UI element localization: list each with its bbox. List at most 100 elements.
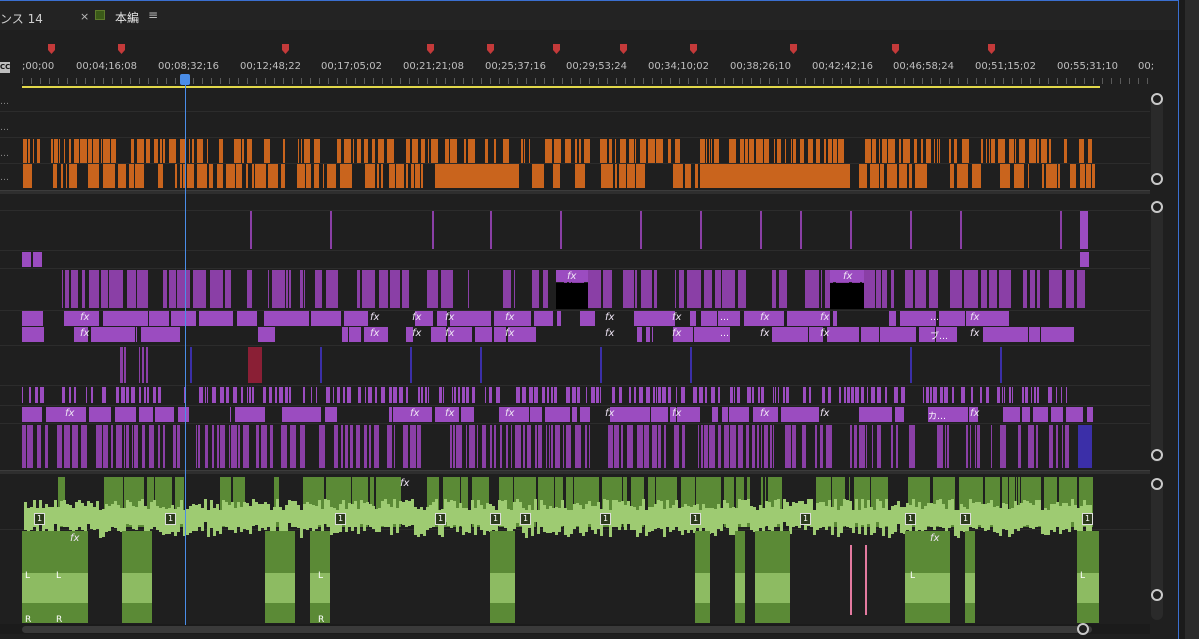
video-clip[interactable] — [1042, 164, 1044, 188]
video-clip[interactable] — [127, 270, 136, 308]
nested-sequence-clip[interactable] — [712, 407, 718, 422]
video-clip[interactable] — [1014, 164, 1024, 188]
video-clip[interactable] — [365, 387, 366, 403]
video-clip[interactable] — [603, 270, 612, 308]
nested-sequence-clip[interactable] — [149, 311, 169, 326]
nested-sequence-clip[interactable] — [91, 327, 135, 342]
video-clip[interactable] — [577, 387, 580, 403]
video-clip[interactable] — [233, 387, 237, 403]
video-clip[interactable] — [1066, 387, 1067, 403]
video-clip[interactable] — [59, 139, 60, 163]
video-clip[interactable] — [730, 425, 736, 468]
video-clip[interactable] — [196, 425, 197, 468]
video-clip[interactable] — [238, 425, 240, 468]
video-clip[interactable] — [1060, 211, 1062, 249]
video-clip[interactable] — [999, 270, 1011, 308]
video-clip[interactable] — [867, 387, 868, 403]
video-clip[interactable] — [824, 139, 826, 163]
video-clip[interactable] — [805, 270, 819, 308]
video-clip[interactable] — [27, 425, 33, 468]
video-clip[interactable] — [977, 425, 980, 468]
nested-sequence-clip[interactable] — [1041, 327, 1074, 342]
video-clip[interactable] — [828, 139, 832, 163]
video-clip[interactable] — [549, 425, 550, 468]
video-clip[interactable] — [116, 387, 119, 403]
video-clip[interactable] — [615, 164, 617, 188]
video-clip[interactable] — [529, 139, 530, 163]
video-clip[interactable] — [524, 139, 525, 163]
video-clip[interactable] — [529, 387, 533, 403]
video-clip[interactable] — [454, 387, 456, 403]
video-clip[interactable] — [591, 387, 595, 403]
video-clip[interactable] — [29, 387, 31, 403]
video-clip[interactable] — [872, 139, 876, 163]
video-clip[interactable] — [989, 270, 997, 308]
video-clip[interactable] — [1046, 164, 1057, 188]
video-clip[interactable] — [163, 139, 165, 163]
nested-sequence-clip[interactable] — [230, 407, 231, 422]
video-clip[interactable] — [777, 139, 781, 163]
video-clip[interactable] — [45, 425, 48, 468]
video-clip[interactable] — [381, 387, 385, 403]
video-clip[interactable] — [1025, 387, 1028, 403]
nested-sequence-clip[interactable] — [772, 327, 808, 342]
video-clip[interactable] — [88, 164, 99, 188]
video-clip[interactable] — [74, 139, 79, 163]
video-clip[interactable] — [1031, 387, 1032, 403]
video-clip[interactable] — [399, 387, 403, 403]
video-clip[interactable] — [933, 387, 937, 403]
video-clip[interactable] — [585, 425, 587, 468]
video-clip[interactable] — [381, 164, 383, 188]
nested-sequence-clip[interactable] — [311, 311, 341, 326]
video-clip[interactable] — [640, 211, 642, 249]
video-clip[interactable] — [910, 347, 912, 383]
video-clip[interactable] — [248, 347, 262, 383]
video-clip[interactable] — [510, 164, 519, 188]
video-clip[interactable] — [872, 425, 873, 468]
video-clip[interactable] — [246, 164, 248, 188]
video-clip[interactable] — [939, 139, 940, 163]
zoom-handle[interactable] — [1077, 623, 1089, 635]
video-clip[interactable] — [778, 387, 779, 403]
time-ruler[interactable]: CC ;00;00 00;04;16;08 00;08;32;16 00;12;… — [0, 30, 1178, 90]
video-clip[interactable] — [658, 387, 661, 403]
video-clip[interactable] — [715, 270, 721, 308]
video-clip[interactable] — [149, 425, 154, 468]
video-clip[interactable] — [243, 425, 249, 468]
video-clip[interactable] — [301, 139, 302, 163]
video-clip[interactable] — [944, 387, 948, 403]
video-clip[interactable] — [930, 387, 932, 403]
video-clip[interactable] — [619, 387, 622, 403]
video-clip[interactable] — [596, 387, 599, 403]
video-clip[interactable] — [542, 387, 545, 403]
video-clip[interactable] — [980, 387, 982, 403]
video-clip[interactable] — [815, 425, 817, 468]
video-clip[interactable] — [648, 139, 655, 163]
video-clip[interactable] — [773, 387, 774, 403]
video-clip[interactable] — [362, 270, 375, 308]
nested-sequence-clip[interactable] — [634, 311, 675, 326]
video-clip[interactable] — [364, 139, 368, 163]
video-clip[interactable] — [839, 387, 841, 403]
video-clip[interactable] — [635, 139, 636, 163]
video-clip[interactable] — [970, 425, 971, 468]
video-clip[interactable] — [421, 387, 423, 403]
scroll-knob[interactable] — [1151, 173, 1163, 185]
video-clip[interactable] — [838, 139, 844, 163]
video-clip[interactable] — [1056, 425, 1058, 468]
video-clip[interactable] — [1037, 139, 1039, 163]
video-clip[interactable] — [802, 425, 806, 468]
video-clip[interactable] — [1037, 387, 1039, 403]
video-clip[interactable] — [698, 425, 699, 468]
video-clip[interactable] — [553, 164, 560, 188]
nested-sequence-clip[interactable] — [431, 327, 446, 342]
video-clip[interactable] — [879, 139, 880, 163]
video-clip[interactable] — [785, 425, 791, 468]
video-clip[interactable] — [674, 425, 679, 468]
video-clip[interactable] — [439, 387, 442, 403]
video-clip[interactable] — [960, 211, 962, 249]
video-clip[interactable] — [72, 425, 78, 468]
video-clip[interactable] — [466, 425, 467, 468]
video-clip[interactable] — [226, 164, 235, 188]
nested-sequence-clip[interactable] — [859, 407, 892, 422]
